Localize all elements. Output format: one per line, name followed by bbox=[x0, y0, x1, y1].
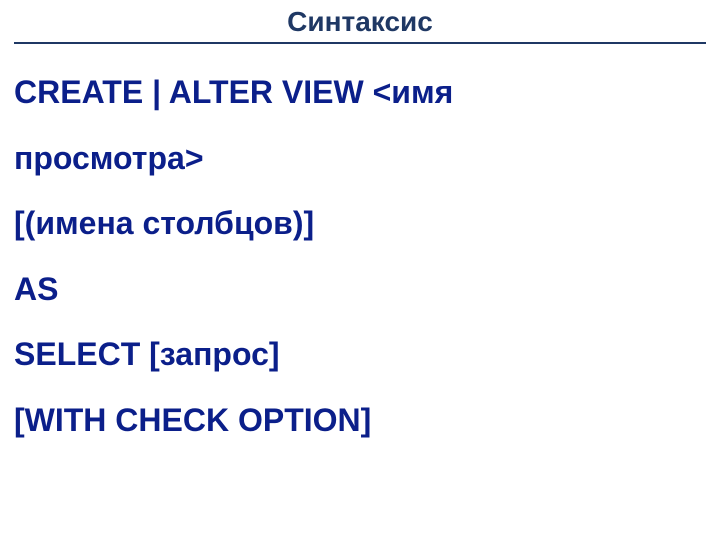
keyword-select: SELECT bbox=[14, 336, 149, 372]
keyword-as: AS bbox=[14, 271, 58, 307]
syntax-line-1: CREATE | ALTER VIEW <имя bbox=[14, 60, 706, 126]
syntax-line-5: SELECT [запрос] bbox=[14, 322, 706, 388]
syntax-line-2: просмотра> bbox=[14, 126, 706, 192]
page-title: Синтаксис bbox=[287, 6, 433, 38]
placeholder-view-name-end: просмотра> bbox=[14, 140, 204, 176]
bracket-close: ] bbox=[361, 402, 372, 438]
syntax-line-3: [(имена столбцов)] bbox=[14, 191, 706, 257]
syntax-block: CREATE | ALTER VIEW <имя просмотра> [(им… bbox=[0, 44, 720, 454]
syntax-line-4: AS bbox=[14, 257, 706, 323]
syntax-line-6: [WITH CHECK OPTION] bbox=[14, 388, 706, 454]
placeholder-query: [запрос] bbox=[149, 336, 279, 372]
placeholder-view-name-start: <имя bbox=[373, 74, 454, 110]
placeholder-column-names: [(имена столбцов)] bbox=[14, 205, 314, 241]
keyword-with-check-option: WITH CHECK OPTION bbox=[25, 402, 361, 438]
bracket-open: [ bbox=[14, 402, 25, 438]
keyword-create-alter-view: CREATE | ALTER VIEW bbox=[14, 74, 373, 110]
title-wrap: Синтаксис bbox=[0, 0, 720, 38]
